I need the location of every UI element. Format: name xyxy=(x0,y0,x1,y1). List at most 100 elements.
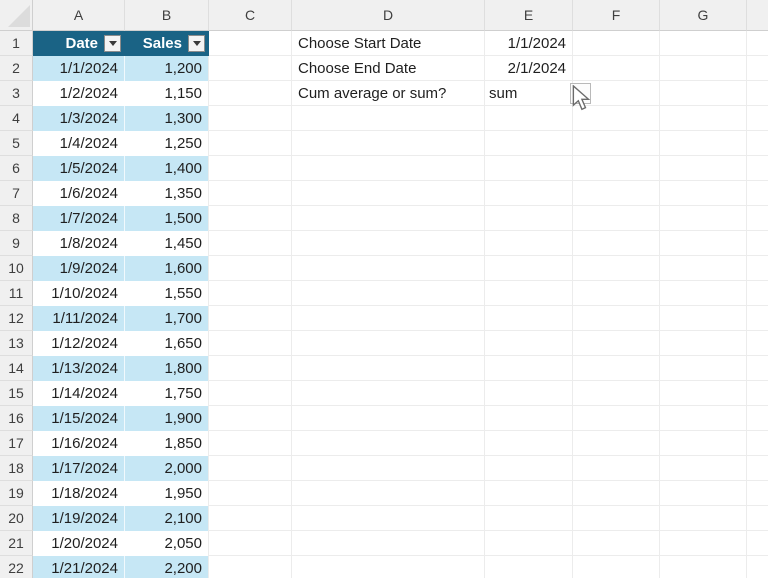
cell-H20[interactable] xyxy=(747,506,768,531)
validation-dropdown-outline[interactable] xyxy=(570,83,591,104)
cell-D12[interactable] xyxy=(292,306,485,331)
row-heading-1[interactable]: 1 xyxy=(0,31,33,56)
cell-H6[interactable] xyxy=(747,156,768,181)
cell-E10[interactable] xyxy=(485,256,573,281)
column-heading-D[interactable]: D xyxy=(292,0,485,31)
cell-F2[interactable] xyxy=(573,56,660,81)
row-heading-16[interactable]: 16 xyxy=(0,406,33,431)
cell-A3[interactable]: 1/2/2024 xyxy=(33,81,125,106)
row-heading-20[interactable]: 20 xyxy=(0,506,33,531)
row-heading-21[interactable]: 21 xyxy=(0,531,33,556)
cell-E7[interactable] xyxy=(485,181,573,206)
row-heading-12[interactable]: 12 xyxy=(0,306,33,331)
cell-H9[interactable] xyxy=(747,231,768,256)
cell-C18[interactable] xyxy=(209,456,292,481)
cell-H7[interactable] xyxy=(747,181,768,206)
cell-G5[interactable] xyxy=(660,131,747,156)
cell-F8[interactable] xyxy=(573,206,660,231)
cell-A13[interactable]: 1/12/2024 xyxy=(33,331,125,356)
column-heading-F[interactable]: F xyxy=(573,0,660,31)
cell-H12[interactable] xyxy=(747,306,768,331)
cell-G17[interactable] xyxy=(660,431,747,456)
cell-H17[interactable] xyxy=(747,431,768,456)
column-heading-A[interactable]: A xyxy=(33,0,125,31)
cell-C15[interactable] xyxy=(209,381,292,406)
cell-C21[interactable] xyxy=(209,531,292,556)
cell-A17[interactable]: 1/16/2024 xyxy=(33,431,125,456)
cell-D19[interactable] xyxy=(292,481,485,506)
cell-A6[interactable]: 1/5/2024 xyxy=(33,156,125,181)
cell-A8[interactable]: 1/7/2024 xyxy=(33,206,125,231)
row-heading-22[interactable]: 22 xyxy=(0,556,33,578)
cell-C11[interactable] xyxy=(209,281,292,306)
cell-D6[interactable] xyxy=(292,156,485,181)
cell-B17[interactable]: 1,850 xyxy=(125,431,209,456)
cell-C22[interactable] xyxy=(209,556,292,578)
cell-G9[interactable] xyxy=(660,231,747,256)
cell-B5[interactable]: 1,250 xyxy=(125,131,209,156)
cell-G16[interactable] xyxy=(660,406,747,431)
row-heading-11[interactable]: 11 xyxy=(0,281,33,306)
sales-filter-button[interactable] xyxy=(188,35,205,52)
cell-F15[interactable] xyxy=(573,381,660,406)
cell-F6[interactable] xyxy=(573,156,660,181)
cell-C9[interactable] xyxy=(209,231,292,256)
cell-A21[interactable]: 1/20/2024 xyxy=(33,531,125,556)
cell-G13[interactable] xyxy=(660,331,747,356)
cell-D22[interactable] xyxy=(292,556,485,578)
cell-B21[interactable]: 2,050 xyxy=(125,531,209,556)
cell-D10[interactable] xyxy=(292,256,485,281)
cell-B19[interactable]: 1,950 xyxy=(125,481,209,506)
cell-F17[interactable] xyxy=(573,431,660,456)
cell-A4[interactable]: 1/3/2024 xyxy=(33,106,125,131)
row-heading-2[interactable]: 2 xyxy=(0,56,33,81)
cell-D1[interactable]: Choose Start Date xyxy=(292,31,485,56)
cell-H22[interactable] xyxy=(747,556,768,578)
cell-B6[interactable]: 1,400 xyxy=(125,156,209,181)
select-all-corner[interactable] xyxy=(0,0,33,31)
cell-B18[interactable]: 2,000 xyxy=(125,456,209,481)
cell-A20[interactable]: 1/19/2024 xyxy=(33,506,125,531)
cell-F5[interactable] xyxy=(573,131,660,156)
cell-C19[interactable] xyxy=(209,481,292,506)
cell-E2[interactable]: 2/1/2024 xyxy=(485,56,573,81)
cell-D4[interactable] xyxy=(292,106,485,131)
row-heading-19[interactable]: 19 xyxy=(0,481,33,506)
cell-F19[interactable] xyxy=(573,481,660,506)
column-heading-partial[interactable] xyxy=(747,0,768,31)
cell-E15[interactable] xyxy=(485,381,573,406)
cell-G10[interactable] xyxy=(660,256,747,281)
cell-C13[interactable] xyxy=(209,331,292,356)
column-heading-G[interactable]: G xyxy=(660,0,747,31)
cell-C12[interactable] xyxy=(209,306,292,331)
cell-E20[interactable] xyxy=(485,506,573,531)
cell-B3[interactable]: 1,150 xyxy=(125,81,209,106)
cell-G22[interactable] xyxy=(660,556,747,578)
cell-F14[interactable] xyxy=(573,356,660,381)
cell-D9[interactable] xyxy=(292,231,485,256)
cell-H3[interactable] xyxy=(747,81,768,106)
cell-B2[interactable]: 1,200 xyxy=(125,56,209,81)
cell-F10[interactable] xyxy=(573,256,660,281)
cell-C6[interactable] xyxy=(209,156,292,181)
cell-H11[interactable] xyxy=(747,281,768,306)
cell-G7[interactable] xyxy=(660,181,747,206)
cell-C3[interactable] xyxy=(209,81,292,106)
cell-H5[interactable] xyxy=(747,131,768,156)
cell-H10[interactable] xyxy=(747,256,768,281)
cell-F18[interactable] xyxy=(573,456,660,481)
cell-H16[interactable] xyxy=(747,406,768,431)
cell-H1[interactable] xyxy=(747,31,768,56)
cell-E5[interactable] xyxy=(485,131,573,156)
cell-E14[interactable] xyxy=(485,356,573,381)
cell-B9[interactable]: 1,450 xyxy=(125,231,209,256)
cell-D11[interactable] xyxy=(292,281,485,306)
cell-G8[interactable] xyxy=(660,206,747,231)
cell-D15[interactable] xyxy=(292,381,485,406)
cell-D2[interactable]: Choose End Date xyxy=(292,56,485,81)
cell-B10[interactable]: 1,600 xyxy=(125,256,209,281)
row-heading-17[interactable]: 17 xyxy=(0,431,33,456)
cell-H13[interactable] xyxy=(747,331,768,356)
cell-B4[interactable]: 1,300 xyxy=(125,106,209,131)
cell-E13[interactable] xyxy=(485,331,573,356)
